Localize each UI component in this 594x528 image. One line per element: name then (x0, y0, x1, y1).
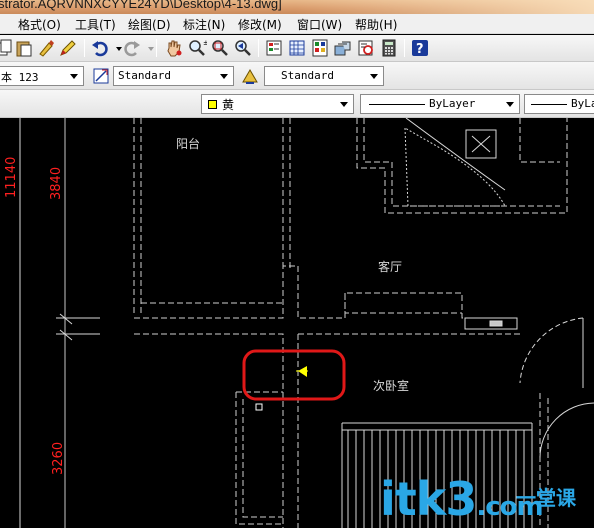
markup-icon (358, 40, 373, 56)
tool-palettes-button[interactable] (310, 38, 330, 58)
dimension-upper: 3840 (49, 167, 64, 200)
lineweight-combo[interactable]: ByLa (524, 94, 594, 114)
grid-icon (289, 40, 305, 56)
toolbar-separator (84, 39, 85, 57)
menu-modify[interactable]: 修改(M) (238, 16, 282, 33)
undo-icon (92, 41, 108, 57)
chevron-down-icon (506, 102, 514, 107)
toolbar-separator (156, 39, 157, 57)
redo-icon (124, 41, 140, 57)
menu-window[interactable]: 窗口(W) (297, 16, 342, 33)
properties-icon (266, 40, 282, 56)
toolbar-separator (258, 39, 259, 57)
table-style-combo[interactable]: Standard (264, 66, 384, 86)
copy-button[interactable] (0, 38, 14, 58)
dimension-style-icon (93, 68, 109, 84)
drawing-canvas[interactable]: 阳台 客厅 次卧室 11140 3840 3260 (0, 118, 594, 528)
toolbar-separator (404, 39, 405, 57)
menu-tools[interactable]: 工具(T) (75, 16, 116, 33)
calculator-button[interactable] (379, 38, 399, 58)
color-value: 黄 (222, 98, 235, 112)
room-label-balcony: 阳台 (176, 136, 200, 151)
title-bar-glow (294, 0, 594, 14)
svg-text:?: ? (416, 42, 424, 57)
watermark-side: 一堂课 (516, 486, 576, 510)
styles-toolbar: 本 123 Standard Standard (0, 62, 594, 90)
title-bar: strator.AQRVNNXCYYE24YD\Desktop\4-13.dwg… (0, 0, 594, 14)
match-properties-button[interactable] (36, 38, 56, 58)
pan-hand-icon (167, 40, 182, 57)
paste-button[interactable] (14, 38, 34, 58)
undo-dropdown[interactable] (109, 38, 122, 58)
drawing-svg: 阳台 客厅 次卧室 11140 3840 3260 (4, 118, 594, 528)
copy-icon (0, 39, 12, 56)
markup-button[interactable] (356, 38, 376, 58)
table-style-button[interactable] (240, 66, 260, 86)
menu-draw[interactable]: 绘图(D) (128, 16, 171, 33)
help-icon: ? (412, 40, 428, 57)
room-label-living-room: 客厅 (378, 259, 402, 274)
text-style-combo[interactable]: 本 123 (0, 66, 84, 86)
redo-button[interactable] (122, 38, 142, 58)
menu-format[interactable]: 格式(O) (18, 16, 61, 33)
dimension-lower: 3260 (51, 442, 66, 475)
chevron-down-icon (70, 74, 78, 79)
dimension-total: 11140 (4, 157, 19, 198)
palette-icon (312, 39, 328, 57)
linetype-combo[interactable]: ByLayer (360, 94, 520, 114)
pencil-icon (60, 40, 76, 56)
dim-style-button[interactable] (91, 66, 111, 86)
linetype-sample (369, 104, 425, 105)
table-style-value: Standard (281, 69, 334, 82)
properties-button[interactable] (264, 38, 284, 58)
block-editor-button[interactable] (58, 38, 78, 58)
menu-bar: 格式(O) 工具(T) 绘图(D) 标注(N) 修改(M) 窗口(W) 帮助(H… (0, 14, 594, 34)
standard-toolbar: ± ? (0, 35, 594, 62)
zoom-previous-button[interactable] (233, 38, 253, 58)
color-combo[interactable]: 黄 (201, 94, 354, 114)
lineweight-value: ByLa (571, 97, 594, 110)
chevron-down-icon (148, 47, 154, 51)
zoom-previous-icon (235, 40, 251, 56)
paste-icon (16, 41, 32, 57)
text-style-value: 本 123 (1, 71, 39, 84)
zoom-icon: ± (189, 39, 207, 56)
properties-toolbar: 黄 ByLayer ByLa (0, 90, 594, 118)
calculator-icon (382, 39, 396, 57)
window-title: strator.AQRVNNXCYYE24YD\Desktop\4-13.dwg… (0, 0, 282, 11)
dim-style-value: Standard (118, 69, 171, 82)
design-center-button[interactable] (287, 38, 307, 58)
svg-text:±: ± (203, 39, 207, 47)
color-swatch (208, 100, 217, 109)
undo-button[interactable] (90, 38, 110, 58)
chevron-down-icon (340, 102, 348, 107)
redo-dropdown[interactable] (141, 38, 154, 58)
pan-button[interactable] (164, 38, 184, 58)
brush-icon (39, 40, 54, 57)
sheet-set-button[interactable] (333, 38, 353, 58)
zoom-realtime-button[interactable]: ± (187, 38, 207, 58)
chevron-down-icon (370, 74, 378, 79)
help-button[interactable]: ? (410, 38, 430, 58)
watermark: itk3.com 一堂课 (380, 474, 594, 528)
room-label-bedroom: 次卧室 (373, 378, 409, 393)
dim-style-combo[interactable]: Standard (113, 66, 234, 86)
lineweight-sample (531, 104, 567, 105)
zoom-window-button[interactable] (210, 38, 230, 58)
table-style-icon (242, 69, 258, 84)
chevron-down-icon (220, 74, 228, 79)
menu-dimension[interactable]: 标注(N) (183, 16, 225, 33)
menu-help[interactable]: 帮助(H) (355, 16, 397, 33)
sheet-set-icon (334, 41, 351, 56)
zoom-window-icon (212, 40, 228, 56)
selection-grip[interactable] (255, 403, 263, 411)
linetype-value: ByLayer (429, 97, 476, 110)
